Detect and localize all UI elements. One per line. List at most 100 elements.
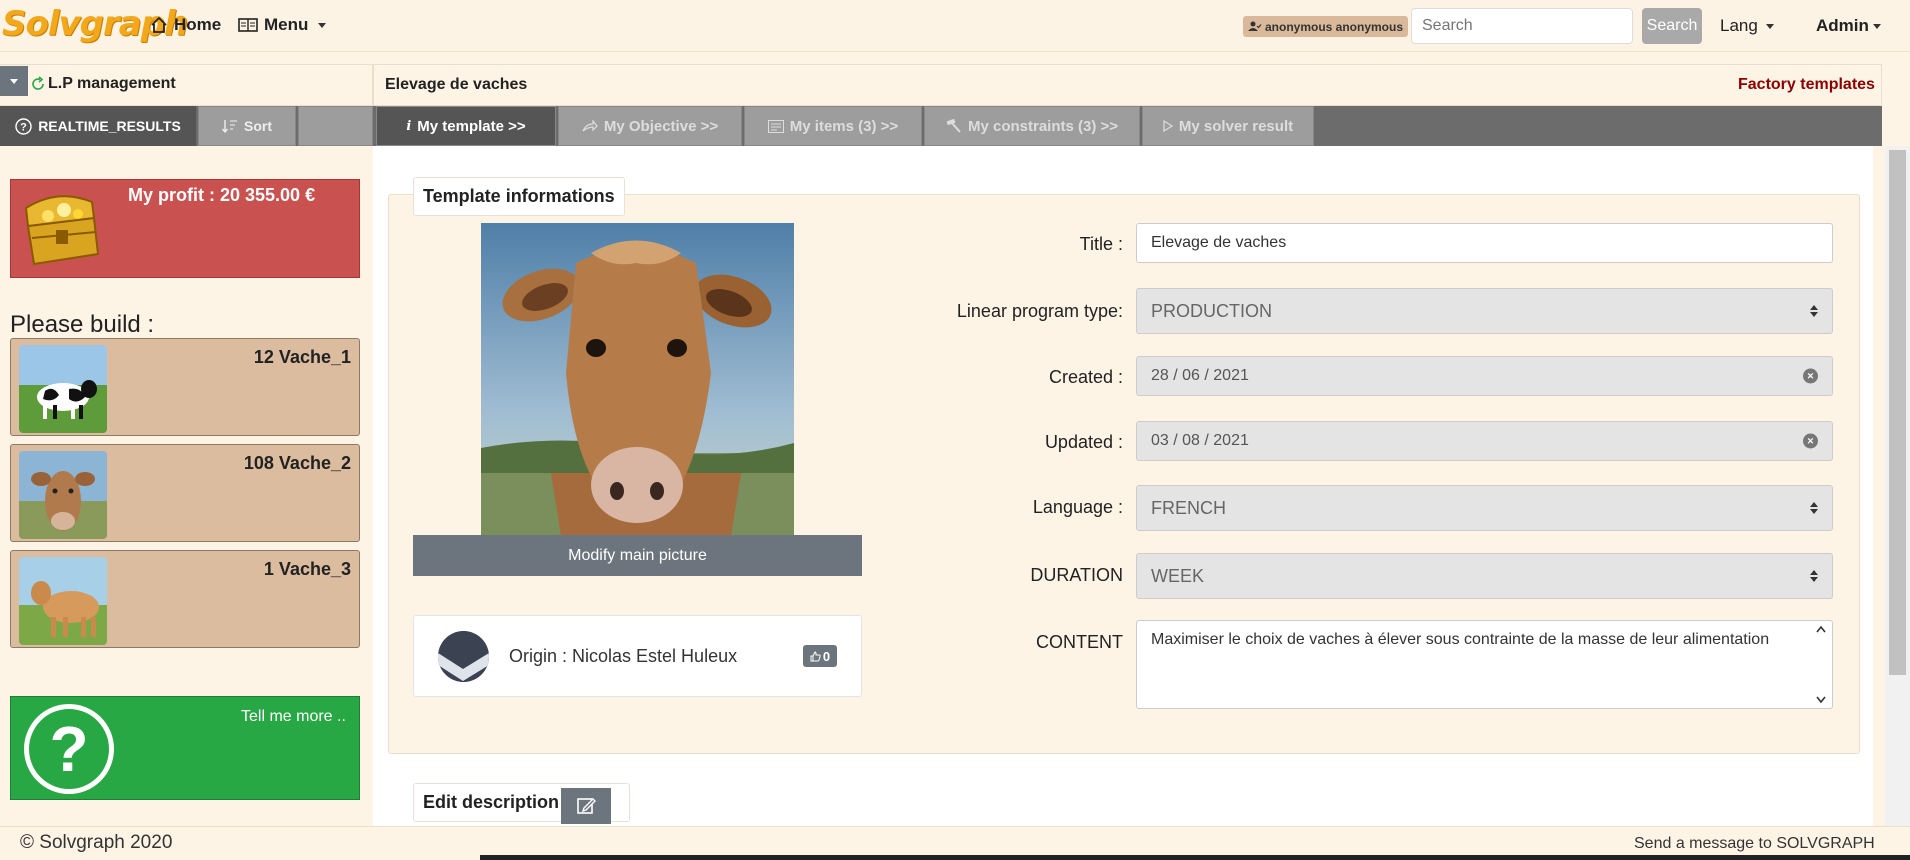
language-select[interactable]: FRENCH	[1136, 485, 1833, 531]
title-value: Elevage de vaches	[1151, 234, 1287, 251]
profit-value: My profit : 20 355.00 €	[128, 185, 316, 205]
search-button[interactable]: Search	[1642, 8, 1702, 44]
tab-my-items-label: My items (3) >>	[789, 117, 899, 135]
footer-divider	[480, 855, 1910, 860]
factory-templates-link[interactable]: Factory templates	[1738, 76, 1875, 94]
duration-value: WEEK	[1151, 565, 1205, 586]
clear-icon[interactable]: ×	[1803, 433, 1818, 449]
lang-label: Lang	[1720, 16, 1758, 35]
updated-label: Updated :	[1044, 432, 1123, 452]
build-card-vache-1[interactable]: 12 Vache_1	[10, 338, 360, 436]
origin-text: Origin : Nicolas Estel Huleux	[509, 646, 738, 666]
svg-text:?: ?	[20, 121, 27, 133]
cow-image-2	[19, 451, 107, 539]
copyright: © Solvgraph 2020	[20, 832, 173, 853]
duration-select[interactable]: WEEK	[1136, 553, 1833, 599]
admin-dropdown[interactable]: Admin	[1816, 16, 1881, 36]
info-icon: i	[406, 118, 412, 134]
type-label: Linear program type:	[956, 301, 1123, 321]
duration-label: DURATION	[1030, 565, 1123, 585]
menu-book-icon	[238, 18, 258, 32]
cow-image-3	[19, 557, 107, 645]
tab-sort-label: Sort	[244, 118, 272, 134]
created-label: Created :	[1048, 367, 1123, 387]
nav-menu-label: Menu	[264, 15, 309, 34]
chevron-down-icon	[1872, 24, 1881, 30]
tab-realtime-results[interactable]: ? REALTIME_RESULTS	[0, 106, 196, 146]
tab-my-objective-label: My Objective >>	[603, 117, 719, 135]
program-type-value: PRODUCTION	[1151, 300, 1272, 321]
select-arrows-icon	[1810, 305, 1818, 317]
tab-my-template-label: My template >>	[417, 117, 526, 135]
like-button[interactable]: 0	[803, 645, 837, 667]
main-panel-header	[373, 64, 1882, 106]
sort-icon	[222, 120, 237, 133]
updated-date-field[interactable]: 03 / 08 / 2021 ×	[1136, 421, 1833, 461]
scrollbar-thumb[interactable]	[1889, 150, 1906, 675]
user-name: anonymous anonymous	[1265, 19, 1404, 34]
user-badge[interactable]: anonymous anonymous	[1243, 16, 1409, 37]
nav-home-label: Home	[174, 15, 222, 34]
please-build-heading: Please build :	[10, 311, 155, 338]
tab-my-objective[interactable]: My Objective >>	[558, 106, 742, 146]
share-arrow-icon	[582, 120, 598, 132]
admin-label: Admin	[1816, 16, 1869, 35]
thumbs-up-icon	[810, 650, 821, 661]
avatar[interactable]	[438, 631, 489, 682]
created-date-field[interactable]: 28 / 06 / 2021 ×	[1136, 356, 1833, 396]
page-title: Elevage de vaches	[385, 76, 528, 93]
tab-realtime-results-label: REALTIME_RESULTS	[38, 118, 181, 134]
language-value: FRENCH	[1151, 497, 1226, 518]
modify-picture-button[interactable]: Modify main picture	[413, 535, 862, 576]
tab-my-constraints[interactable]: My constraints (3) >>	[924, 106, 1140, 146]
select-arrows-icon	[1810, 570, 1818, 582]
cow-image-1	[19, 345, 107, 433]
title-label: Title :	[1079, 234, 1123, 254]
textarea-scrollbar[interactable]	[1811, 621, 1831, 708]
tab-my-template[interactable]: i My template >>	[376, 106, 556, 146]
chevron-down-icon	[10, 78, 18, 84]
program-type-select[interactable]: PRODUCTION	[1136, 288, 1833, 334]
left-panel-toggle[interactable]	[0, 66, 28, 96]
question-circle-icon: ?	[15, 117, 32, 135]
tab-my-solver-result[interactable]: My solver result	[1142, 106, 1314, 146]
tab-my-solver-result-label: My solver result	[1178, 117, 1294, 135]
tab-empty[interactable]	[298, 106, 373, 146]
build-label: 12 Vache_1	[253, 347, 351, 367]
search-input[interactable]	[1411, 8, 1633, 44]
user-check-icon	[1248, 21, 1262, 31]
question-icon: ?	[24, 704, 114, 794]
tab-sort[interactable]: Sort	[198, 106, 296, 146]
build-label: 1 Vache_3	[263, 559, 351, 579]
edit-description-button[interactable]	[561, 788, 611, 824]
play-icon	[1163, 120, 1173, 132]
clear-icon[interactable]: ×	[1803, 368, 1818, 384]
updated-date-value: 03 / 08 / 2021	[1151, 432, 1249, 449]
main-cow-picture	[481, 223, 794, 536]
treasure-chest-icon	[24, 195, 100, 266]
created-date-value: 28 / 06 / 2021	[1151, 367, 1249, 384]
title-field[interactable]: Elevage de vaches	[1136, 223, 1833, 263]
edit-icon	[577, 798, 596, 814]
like-count: 0	[822, 648, 831, 664]
tab-my-items[interactable]: My items (3) >>	[744, 106, 922, 146]
build-card-vache-2[interactable]: 108 Vache_2	[10, 444, 360, 542]
tab-my-constraints-label: My constraints (3) >>	[967, 117, 1119, 135]
select-arrows-icon	[1810, 502, 1818, 514]
nav-home[interactable]: Home	[150, 15, 221, 35]
left-panel-title-text: L.P management	[48, 75, 176, 92]
content-label: CONTENT	[1036, 632, 1123, 652]
send-message-link[interactable]: Send a message to SOLVGRAPH	[1634, 835, 1875, 853]
content-textarea[interactable]: Maximiser le choix de vaches à élever so…	[1136, 620, 1833, 709]
refresh-icon	[32, 76, 44, 90]
chevron-down-icon	[318, 22, 327, 28]
nav-menu[interactable]: Menu	[238, 15, 327, 35]
chevron-down-icon	[1765, 24, 1774, 30]
language-label: Language :	[1032, 497, 1123, 517]
lang-dropdown[interactable]: Lang	[1720, 16, 1774, 36]
help-link[interactable]: Tell me more ..	[241, 708, 346, 726]
section-title: Template informations	[413, 177, 625, 216]
hammer-icon	[946, 119, 961, 133]
card-list-icon	[767, 119, 784, 133]
build-card-vache-3[interactable]: 1 Vache_3	[10, 550, 360, 648]
